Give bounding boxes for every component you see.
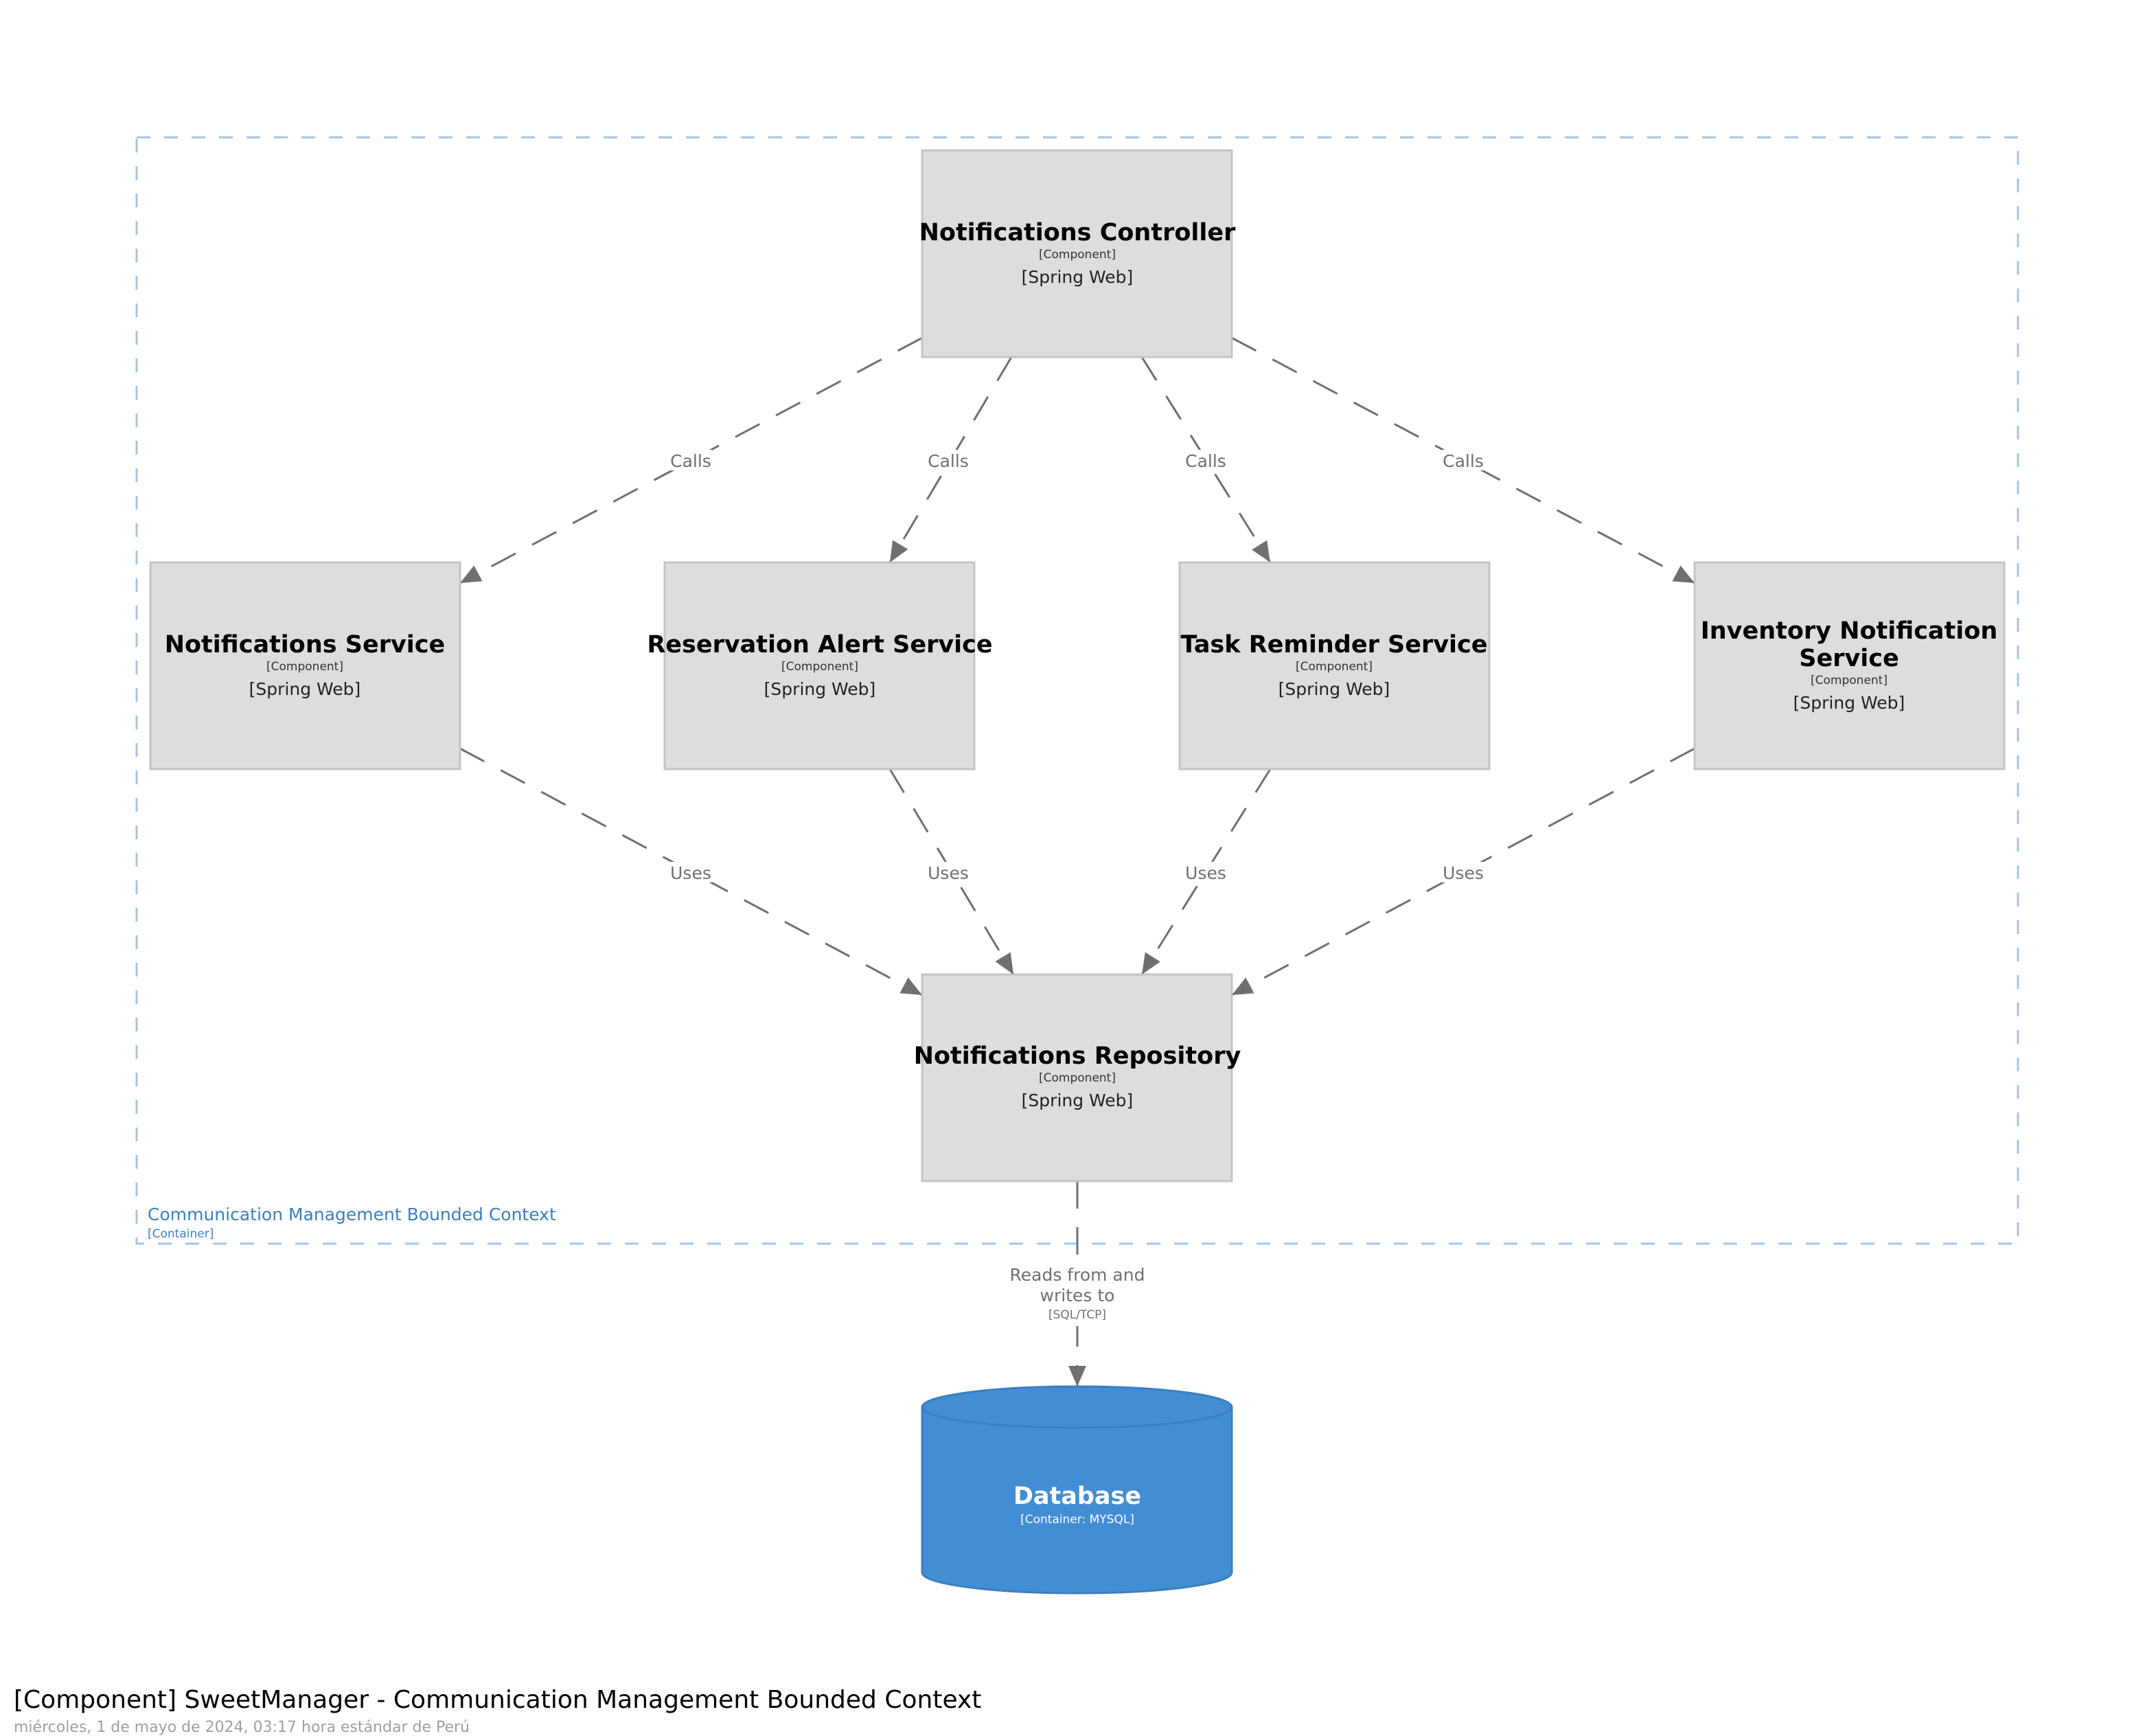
component-type: [Component] (1811, 674, 1888, 687)
component-tech: [Spring Web] (1793, 693, 1905, 713)
component-tech: [Spring Web] (249, 679, 361, 699)
component-name: Notifications Controller (919, 219, 1236, 247)
edge-label: Calls (1443, 451, 1484, 471)
component-type: [Component] (781, 660, 858, 674)
component-inventory-notification-service[interactable]: Inventory Notification Service [Componen… (1693, 561, 2006, 770)
edge-label: Calls (928, 451, 969, 471)
component-tech: [Spring Web] (1278, 679, 1390, 699)
component-notifications-controller[interactable]: Notifications Controller [Component] [Sp… (919, 149, 1236, 358)
component-notifications-repository[interactable]: Notifications Repository [Component] [Sp… (914, 973, 1241, 1183)
database-name: Database (1013, 1483, 1141, 1510)
component-type: [Component] (1296, 660, 1373, 674)
diagram-title: [Component] SweetManager - Communication… (14, 1686, 982, 1714)
component-notifications-service[interactable]: Notifications Service [Component] [Sprin… (149, 561, 461, 770)
component-tech: [Spring Web] (1022, 1090, 1134, 1110)
boundary-type: [Container] (148, 1227, 214, 1241)
component-name: Notifications Service (165, 631, 446, 659)
component-type: [Component] (1039, 1071, 1116, 1085)
edge-label: Uses (670, 863, 711, 883)
database-type: [Container: MYSQL] (1020, 1513, 1134, 1527)
component-name-line1: Inventory Notification (1701, 617, 1998, 645)
edge-label: Uses (1443, 863, 1484, 883)
edge-label-db-line2: writes to (1040, 1286, 1115, 1305)
edge-label: Calls (1185, 451, 1226, 471)
component-diagram: Communication Management Bounded Context… (135, 136, 2019, 1595)
edge-label: Uses (1185, 863, 1226, 883)
diagram-date: miércoles, 1 de mayo de 2024, 03:17 hora… (14, 1719, 470, 1736)
edge-tech-db: [SQL/TCP] (1048, 1308, 1106, 1322)
database-container[interactable]: Database [Container: MYSQL] (921, 1385, 1233, 1595)
component-tech: [Spring Web] (1022, 267, 1134, 287)
component-name: Reservation Alert Service (647, 631, 992, 659)
component-name: Notifications Repository (914, 1042, 1241, 1070)
component-type: [Component] (1039, 248, 1116, 262)
edge-label: Uses (928, 863, 969, 883)
component-name: Task Reminder Service (1180, 631, 1487, 659)
component-tech: [Spring Web] (764, 679, 876, 699)
boundary-name: Communication Management Bounded Context (148, 1204, 556, 1224)
component-reservation-alert-service[interactable]: Reservation Alert Service [Component] [S… (647, 561, 993, 770)
component-type: [Component] (266, 660, 343, 674)
edges (459, 336, 1695, 1386)
component-name-line2: Service (1799, 645, 1899, 672)
component-task-reminder-service[interactable]: Task Reminder Service [Component] [Sprin… (1178, 561, 1491, 770)
edge-label-db-line1: Reads from and (1010, 1265, 1145, 1285)
edge-label: Calls (670, 451, 711, 471)
